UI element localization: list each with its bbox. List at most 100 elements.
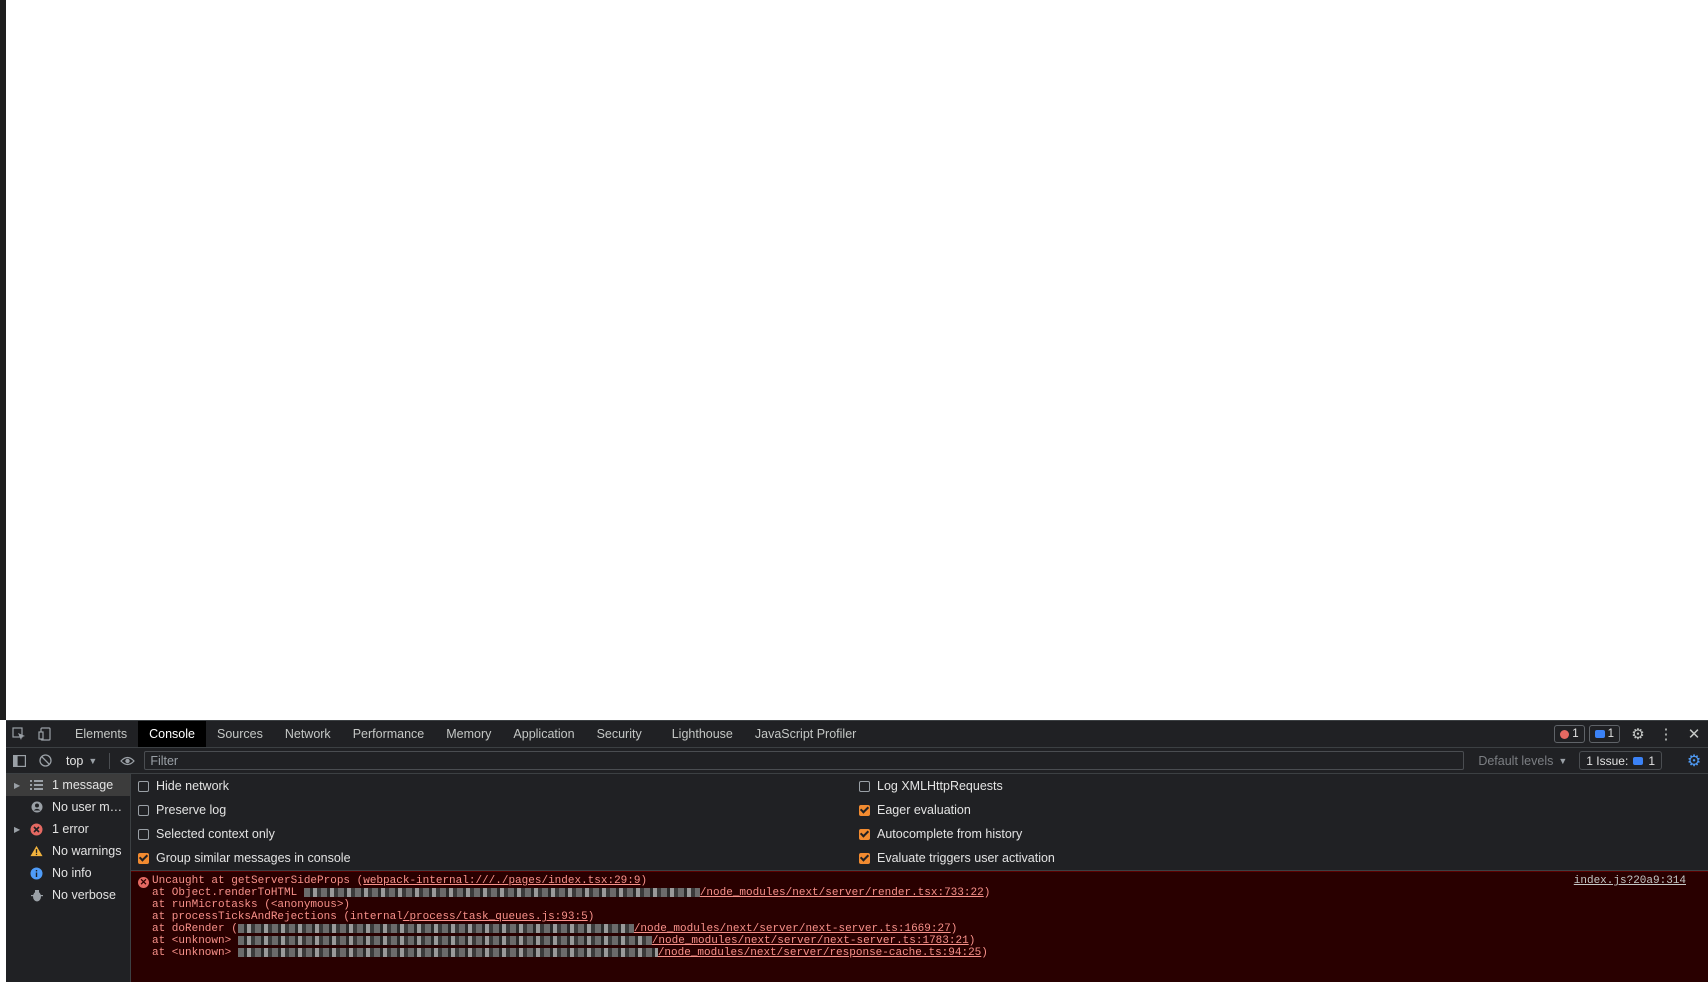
setting-label: Evaluate triggers user activation — [877, 851, 1055, 865]
tab-memory[interactable]: Memory — [435, 721, 502, 747]
stack-text: Uncaught at getServerSideProps ( — [152, 875, 364, 887]
stack-text: at doRender ( — [152, 923, 238, 935]
stack-line: at <unknown> /node_modules/next/server/n… — [152, 935, 975, 947]
setting-label: Autocomplete from history — [877, 827, 1023, 841]
stack-text: ) — [950, 923, 958, 935]
message-icon — [1594, 730, 1605, 738]
setting-label: Group similar messages in console — [156, 851, 351, 865]
stack-text: ) — [968, 935, 976, 947]
tab-performance[interactable]: Performance — [342, 721, 436, 747]
tab-elements[interactable]: Elements — [64, 721, 138, 747]
tab-lighthouse[interactable]: Lighthouse — [661, 721, 744, 747]
sidebar-toggle-icon[interactable] — [6, 748, 32, 774]
sidebar-item-label: No verbose — [52, 888, 116, 902]
eager-evaluation-checkbox[interactable] — [859, 804, 870, 816]
selected-context-setting[interactable]: Selected context only — [138, 822, 275, 846]
stack-link[interactable]: /node_modules/next/server/next-server.ts… — [634, 923, 951, 935]
more-options-icon[interactable]: ⋮ — [1652, 721, 1680, 747]
sidebar-item-messages[interactable]: ▶ 1 message — [6, 774, 130, 796]
autocomplete-checkbox[interactable] — [859, 828, 870, 840]
error-dot-icon — [1560, 729, 1570, 739]
autocomplete-setting[interactable]: Autocomplete from history — [859, 822, 1022, 846]
stack-text: ) — [981, 947, 988, 959]
group-similar-checkbox[interactable] — [138, 852, 149, 864]
clear-console-icon[interactable] — [32, 748, 58, 774]
stack-line: Uncaught at getServerSideProps (webpack-… — [152, 875, 647, 887]
sidebar-item-label: No info — [52, 866, 92, 880]
sidebar-item-warnings[interactable]: No warnings — [6, 840, 130, 862]
redacted-path — [237, 935, 652, 945]
console-settings-gear-icon[interactable]: ⚙ — [1684, 751, 1704, 771]
log-xhr-setting[interactable]: Log XMLHttpRequests — [859, 774, 1003, 798]
hide-network-setting[interactable]: Hide network — [138, 774, 229, 798]
preserve-log-setting[interactable]: Preserve log — [138, 798, 226, 822]
toolbar-divider — [109, 752, 111, 769]
tab-network[interactable]: Network — [274, 721, 342, 747]
evaluate-triggers-setting[interactable]: Evaluate triggers user activation — [859, 846, 1055, 870]
issues-button[interactable]: 1 Issue: 1 — [1579, 751, 1662, 770]
live-expression-eye-icon[interactable] — [114, 748, 140, 774]
log-xhr-checkbox[interactable] — [859, 780, 870, 792]
stack-text: at <unknown> — [152, 947, 238, 959]
preserve-log-checkbox[interactable] — [138, 804, 149, 816]
setting-label: Eager evaluation — [877, 803, 971, 817]
stack-link[interactable]: /node_modules/next/server/response-cache… — [658, 947, 981, 959]
setting-label: Hide network — [156, 779, 229, 793]
sidebar-item-errors[interactable]: ▶ 1 error — [6, 818, 130, 840]
expand-arrow-icon[interactable]: ▶ — [14, 825, 20, 834]
stack-text: ) — [640, 875, 648, 887]
stack-text: at Object.renderToHTML — [152, 887, 304, 899]
error-icon — [30, 823, 43, 836]
stack-text: ) — [587, 911, 595, 923]
log-levels-label: Default levels — [1478, 753, 1554, 768]
window-bottom-edge — [0, 982, 1708, 987]
sidebar-item-verbose[interactable]: No verbose — [6, 884, 130, 906]
stack-link[interactable]: webpack-internal:///./pages/index.tsx:29… — [363, 875, 640, 887]
stack-link[interactable]: /node_modules/next/server/next-server.ts… — [652, 935, 969, 947]
warning-icon — [30, 845, 43, 858]
tab-security[interactable]: Security — [586, 721, 653, 747]
tab-console[interactable]: Console — [138, 721, 206, 747]
sidebar-item-info[interactable]: No info — [6, 862, 130, 884]
filter-input[interactable] — [144, 751, 1465, 770]
console-toolbar: top ▼ Default levels ▼ 1 Issue: 1 ⚙ — [6, 748, 1708, 774]
stack-link[interactable]: /process/task_queues.js:93:5 — [403, 911, 588, 923]
tab-javascript-profiler[interactable]: JavaScript Profiler — [744, 721, 867, 747]
inspect-element-icon[interactable] — [6, 721, 32, 747]
close-devtools-icon[interactable]: ✕ — [1680, 721, 1708, 747]
source-location-link[interactable]: index.js?20a9:314 — [1574, 875, 1686, 887]
execution-context-select[interactable]: top ▼ — [58, 748, 105, 773]
expand-arrow-icon[interactable]: ▶ — [14, 781, 20, 790]
error-icon: ✕ — [138, 877, 149, 888]
evaluate-triggers-checkbox[interactable] — [859, 852, 870, 864]
console-sidebar: ▶ 1 message No user mes... ▶ 1 error No … — [6, 774, 131, 983]
message-count-badge[interactable]: 1 — [1588, 725, 1620, 743]
hide-network-checkbox[interactable] — [138, 780, 149, 792]
eager-evaluation-setting[interactable]: Eager evaluation — [859, 798, 971, 822]
setting-label: Selected context only — [156, 827, 275, 841]
tab-sources[interactable]: Sources — [206, 721, 274, 747]
redacted-path — [303, 887, 700, 897]
chevron-down-icon: ▼ — [1558, 755, 1568, 766]
user-icon — [30, 801, 43, 814]
sidebar-item-label: No user mes... — [52, 800, 128, 814]
error-count: 1 — [1572, 728, 1579, 740]
stack-text: at processTicksAndRejections (internal — [152, 911, 403, 923]
device-toolbar-icon[interactable] — [32, 721, 58, 747]
selected-context-checkbox[interactable] — [138, 828, 149, 840]
tab-application[interactable]: Application — [502, 721, 585, 747]
sidebar-item-label: No warnings — [52, 844, 122, 858]
stack-link[interactable]: /node_modules/next/server/render.tsx:733… — [700, 887, 984, 899]
stack-line: at <unknown> /node_modules/next/server/r… — [152, 947, 988, 959]
sidebar-item-label: 1 error — [52, 822, 89, 836]
sidebar-item-user-messages[interactable]: No user mes... — [6, 796, 130, 818]
message-count: 1 — [1607, 728, 1614, 740]
settings-gear-icon[interactable]: ⚙ — [1624, 721, 1652, 747]
group-similar-setting[interactable]: Group similar messages in console — [138, 846, 351, 870]
setting-label: Log XMLHttpRequests — [877, 779, 1003, 793]
log-levels-dropdown[interactable]: Default levels ▼ — [1472, 754, 1573, 768]
verbose-icon — [30, 889, 43, 902]
console-error-message[interactable]: ✕ index.js?20a9:314 Uncaught at getServe… — [131, 871, 1708, 984]
error-count-badge[interactable]: 1 — [1554, 725, 1585, 743]
context-value: top — [66, 753, 84, 768]
